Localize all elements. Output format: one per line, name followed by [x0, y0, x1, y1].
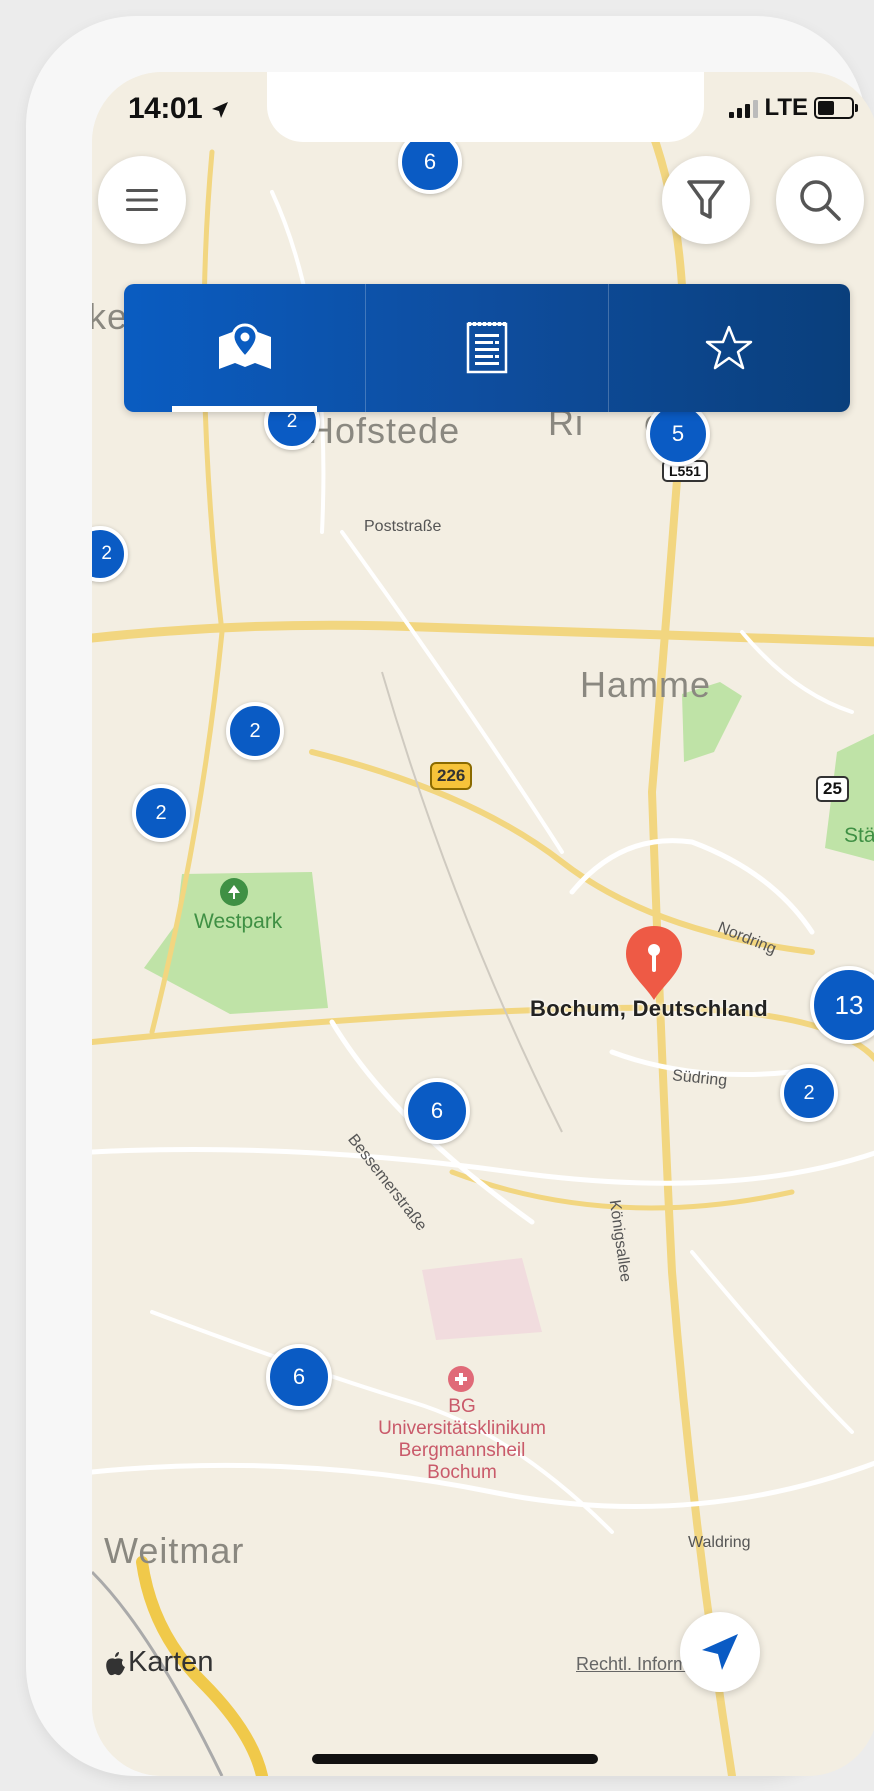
street-label-poststrasse: Poststraße [364, 518, 442, 535]
park-label-stadtpark-partial: Stä [844, 824, 874, 847]
star-icon [706, 325, 753, 370]
road-shield-226: 226 [430, 762, 473, 790]
filter-icon [687, 180, 725, 219]
cluster-marker[interactable]: 6 [404, 1078, 470, 1144]
hospital-area [422, 1258, 542, 1340]
hospital-label-line4: Bochum [427, 1462, 497, 1483]
legal-info-link[interactable]: Rechtl. Inform [576, 1654, 688, 1675]
tab-favorites[interactable] [609, 284, 850, 412]
park-icon [220, 878, 248, 906]
hospital-label: BG Universitätsklinikum Bergmannsheil Bo… [346, 1396, 578, 1484]
search-icon [800, 180, 841, 221]
hospital-icon [448, 1366, 474, 1392]
street-label-waldring: Waldring [688, 1534, 751, 1551]
apple-logo-icon [106, 1651, 125, 1675]
hospital-label-line2: Universitätsklinikum [378, 1418, 546, 1439]
cluster-marker[interactable]: 2 [132, 784, 190, 842]
park-label-westpark: Westpark [194, 910, 283, 933]
tab-map[interactable] [124, 284, 367, 412]
location-arrow-icon [212, 102, 229, 118]
pin-label: Bochum, Deutschland [530, 996, 768, 1021]
location-pin-icon[interactable] [622, 924, 686, 1002]
view-tab-bar [124, 284, 850, 412]
cluster-marker[interactable]: 2 [780, 1064, 838, 1122]
navigation-arrow-icon [702, 1634, 738, 1670]
district-label-weitmar: Weitmar [104, 1530, 245, 1571]
district-label-hofstede: Hofstede [308, 410, 461, 451]
apple-maps-attribution: Karten [104, 1646, 213, 1679]
home-indicator[interactable] [312, 1754, 598, 1764]
battery-icon [814, 97, 858, 119]
status-time-text: 14:01 [128, 92, 203, 125]
device-notch [267, 72, 704, 142]
status-bar-indicators: LTE [729, 94, 858, 122]
map-screen[interactable]: ke Hofstede Ri e Hamme Weitmar Poststraß… [92, 72, 874, 1776]
cluster-marker[interactable]: 6 [266, 1344, 332, 1410]
district-label-hamme: Hamme [580, 664, 712, 705]
menu-button[interactable] [98, 156, 186, 244]
hospital-label-line1: BG [448, 1396, 476, 1417]
status-bar-time: 14:01 [128, 92, 230, 126]
network-label: LTE [764, 94, 808, 121]
hospital-label-line3: Bergmannsheil [398, 1440, 526, 1461]
search-button[interactable] [776, 156, 864, 244]
map-pin-icon [218, 323, 271, 369]
phone-frame: ke Hofstede Ri e Hamme Weitmar Poststraß… [26, 16, 874, 1776]
cluster-marker[interactable]: 2 [226, 702, 284, 760]
signal-icon [729, 98, 759, 118]
list-document-icon [466, 322, 508, 374]
active-tab-indicator [172, 406, 318, 412]
tab-list[interactable] [366, 284, 609, 412]
hamburger-menu-icon [126, 189, 158, 211]
karten-label: Karten [128, 1646, 214, 1678]
road-shield-25: 25 [816, 776, 849, 802]
filter-button[interactable] [662, 156, 750, 244]
locate-me-button[interactable] [680, 1612, 760, 1692]
district-label-partial: ke [92, 296, 129, 337]
